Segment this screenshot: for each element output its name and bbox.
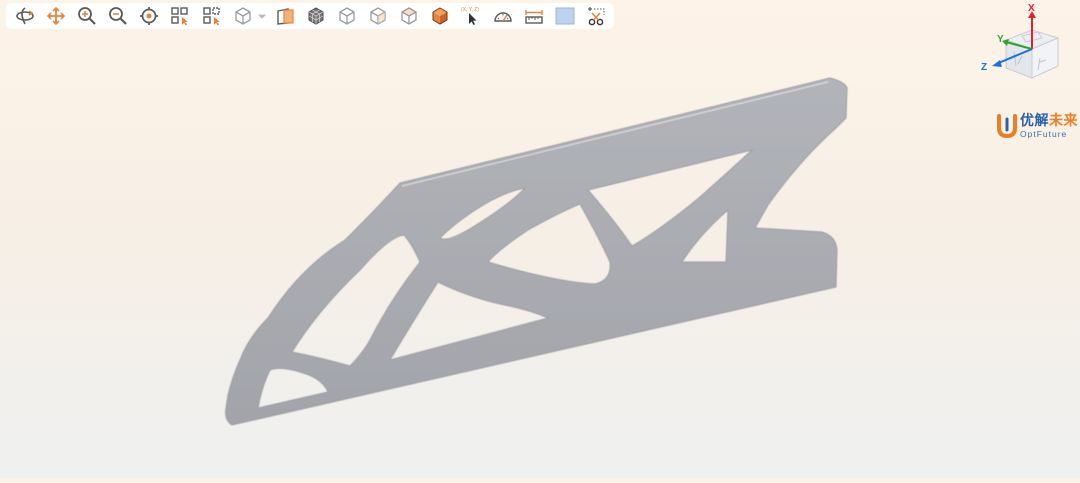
y-axis-label: Y (997, 34, 1004, 45)
angle-measure-button[interactable] (490, 4, 516, 28)
brand-name-en: OptFuture (1020, 129, 1068, 139)
background-color-icon (555, 7, 575, 25)
zoom-out-button[interactable] (105, 4, 131, 28)
pan-icon (46, 6, 66, 26)
mesh-display-button[interactable] (303, 4, 329, 28)
top-view-button[interactable] (396, 4, 422, 28)
brand-logo: 优解未来 OptFuture (996, 111, 1080, 141)
probe-point-label: (X, Y, Z) (461, 7, 479, 13)
brand-name-cn-part2: 未来 (1049, 112, 1078, 128)
distance-measure-icon (524, 10, 543, 24)
side-view-button[interactable] (365, 4, 391, 28)
iso-view-button[interactable] (427, 4, 453, 28)
z-axis-label: Z (981, 62, 987, 73)
select-grid-icon (171, 7, 189, 26)
optimized-bracket-model[interactable] (0, 0, 1080, 478)
iso-view-icon (432, 7, 448, 25)
box-select-icon (202, 7, 220, 26)
axis-triad[interactable]: X Y Z (978, 2, 1064, 84)
zoom-in-button[interactable] (74, 4, 100, 28)
front-view-icon (339, 7, 355, 25)
box-select-button[interactable] (199, 4, 225, 28)
view-cube: X Y Z (981, 3, 1060, 79)
cube-view-button[interactable] (230, 4, 256, 28)
brand-name-cn: 优解未来 (1020, 112, 1078, 128)
side-view-icon (370, 7, 386, 25)
fit-center-button[interactable] (136, 4, 162, 28)
mesh-display-icon (308, 7, 324, 25)
cube-view-icon (235, 7, 251, 25)
background-color-button[interactable] (552, 4, 578, 28)
zoom-in-icon (78, 7, 96, 25)
fit-center-icon (140, 7, 159, 25)
probe-point-button[interactable]: (X, Y, Z) (458, 4, 484, 28)
cube-view-dropdown[interactable] (257, 4, 267, 28)
rotate-view-button[interactable] (12, 4, 38, 28)
distance-measure-button[interactable] (521, 4, 547, 28)
optfuture-logo-icon (997, 114, 1017, 139)
x-axis-label: X (1028, 3, 1035, 14)
section-plane-button[interactable] (272, 4, 298, 28)
brand-name-cn-part1: 优解 (1020, 112, 1049, 128)
screenshot-cut-button[interactable] (583, 4, 609, 28)
pan-button[interactable] (43, 4, 69, 28)
toolbar: (X, Y, Z) (6, 3, 614, 29)
zoom-out-icon (109, 7, 128, 25)
screenshot-cut-icon (587, 7, 605, 26)
top-view-icon (401, 7, 417, 25)
chevron-down-icon (257, 14, 266, 19)
3d-viewport[interactable] (0, 0, 1080, 478)
rotate-view-icon (16, 7, 34, 25)
angle-measure-icon (493, 12, 512, 22)
select-grid-button[interactable] (167, 4, 193, 28)
front-view-button[interactable] (334, 4, 360, 28)
section-plane-icon (277, 8, 294, 25)
probe-point-icon: (X, Y, Z) (461, 7, 480, 25)
